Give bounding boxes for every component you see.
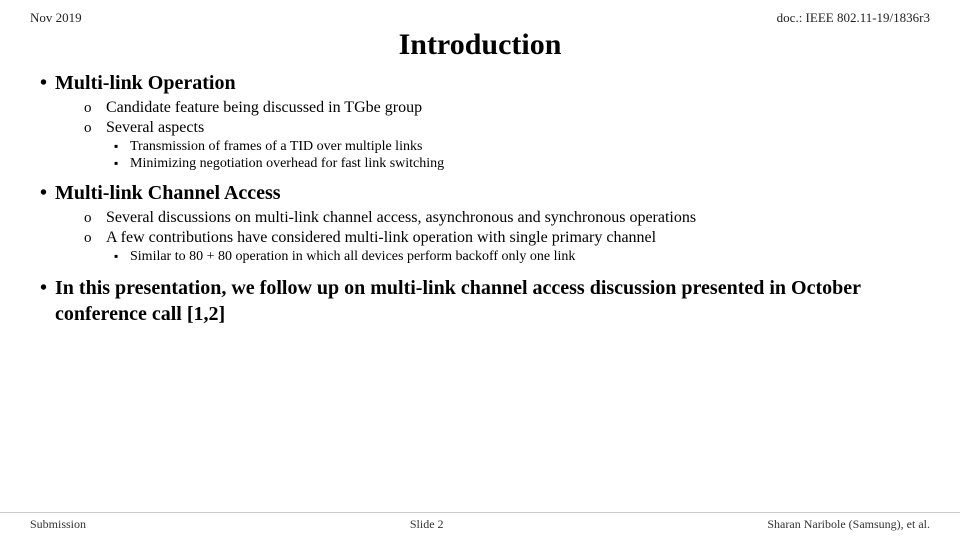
sub-sub-item-2-1: ▪ Similar to 80 + 80 operation in which … <box>114 249 920 265</box>
sub-item-2-1: o Several discussions on multi-link chan… <box>84 209 920 227</box>
main-bullet-2: • Multi-link Channel Access <box>40 182 920 205</box>
bullet-section-3: • In this presentation, we follow up on … <box>40 275 920 327</box>
sub-sub-item-1-1-text: Transmission of frames of a TID over mul… <box>130 139 422 155</box>
sub-item-1-2-text: Several aspects <box>106 119 204 137</box>
footer-right: Sharan Naribole (Samsung), et al. <box>767 517 930 532</box>
main-bullet-1: • Multi-link Operation <box>40 72 920 95</box>
slide: Nov 2019 doc.: IEEE 802.11-19/1836r3 Int… <box>0 0 960 540</box>
bullet-dot-2: • <box>40 182 47 205</box>
sub-list-1: o Candidate feature being discussed in T… <box>84 99 920 172</box>
sub-list-2: o Several discussions on multi-link chan… <box>84 209 920 265</box>
sub-item-o-2-2: o <box>84 230 98 247</box>
header-date: Nov 2019 <box>30 10 82 26</box>
header-doc: doc.: IEEE 802.11-19/1836r3 <box>777 10 930 26</box>
bullet-section-1: • Multi-link Operation o Candidate featu… <box>40 72 920 172</box>
main-bullet-3: • In this presentation, we follow up on … <box>40 275 920 327</box>
main-bullet-2-label: Multi-link Channel Access <box>55 182 281 205</box>
content-area: • Multi-link Operation o Candidate featu… <box>0 72 960 327</box>
title-section: Introduction <box>0 28 960 62</box>
square-bullet-1-2: ▪ <box>114 156 124 171</box>
sub-item-1-2: o Several aspects <box>84 119 920 137</box>
slide-title: Introduction <box>399 28 562 61</box>
main-bullet-1-label: Multi-link Operation <box>55 72 236 95</box>
sub-sub-item-1-2-text: Minimizing negotiation overhead for fast… <box>130 156 444 172</box>
sub-item-2-1-text: Several discussions on multi-link channe… <box>106 209 696 227</box>
sub-item-2-2: o A few contributions have considered mu… <box>84 229 920 247</box>
footer-center: Slide 2 <box>410 517 444 532</box>
bullet-dot-1: • <box>40 72 47 95</box>
footer: Submission Slide 2 Sharan Naribole (Sams… <box>0 512 960 532</box>
sub-item-1-1-text: Candidate feature being discussed in TGb… <box>106 99 422 117</box>
square-bullet-1-1: ▪ <box>114 139 124 154</box>
square-bullet-2-1: ▪ <box>114 249 124 264</box>
sub-item-1-1: o Candidate feature being discussed in T… <box>84 99 920 117</box>
sub-sub-item-1-1: ▪ Transmission of frames of a TID over m… <box>114 139 920 155</box>
header: Nov 2019 doc.: IEEE 802.11-19/1836r3 <box>0 0 960 26</box>
sub-sub-list-2: ▪ Similar to 80 + 80 operation in which … <box>114 249 920 265</box>
sub-sub-item-1-2: ▪ Minimizing negotiation overhead for fa… <box>114 156 920 172</box>
sub-item-o-2-1: o <box>84 210 98 227</box>
sub-item-o-1-2: o <box>84 120 98 137</box>
sub-sub-item-2-1-text: Similar to 80 + 80 operation in which al… <box>130 249 575 265</box>
bullet-section-2: • Multi-link Channel Access o Several di… <box>40 182 920 265</box>
bullet-dot-3: • <box>40 277 47 300</box>
sub-item-2-2-text: A few contributions have considered mult… <box>106 229 656 247</box>
footer-left: Submission <box>30 517 86 532</box>
sub-item-o-1-1: o <box>84 100 98 117</box>
main-bullet-3-label: In this presentation, we follow up on mu… <box>55 275 920 327</box>
sub-sub-list-1: ▪ Transmission of frames of a TID over m… <box>114 139 920 172</box>
